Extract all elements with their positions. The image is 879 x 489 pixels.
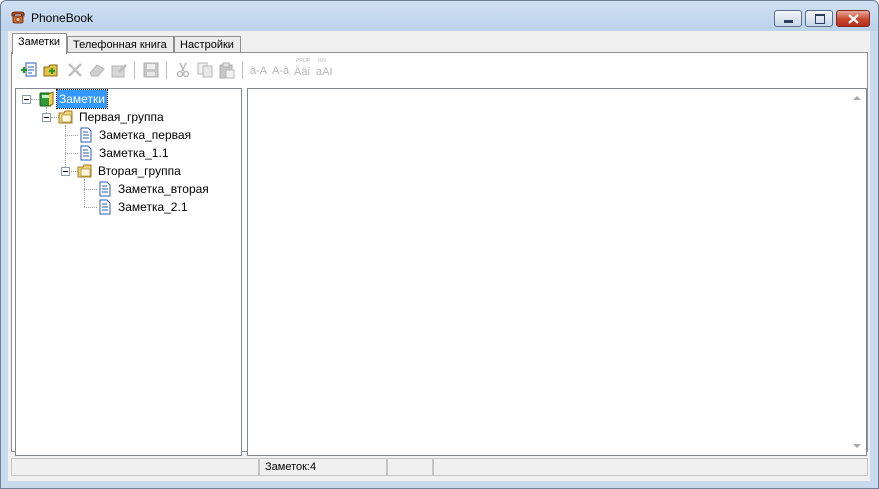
tab-settings[interactable]: Настройки (174, 36, 241, 53)
tree-line (65, 153, 78, 155)
tree-node-label: Заметки (56, 89, 108, 109)
invert-case-icon[interactable]: INV aAI (316, 58, 336, 79)
note-editor[interactable] (247, 88, 867, 456)
delete-icon[interactable] (66, 61, 84, 79)
inv-caption: INV (318, 58, 327, 64)
font-decrease-icon[interactable]: ä-A (250, 61, 270, 79)
note-icon (80, 145, 92, 161)
client-area: Заметки Телефонная книга Настройки ä-A A… (8, 31, 870, 481)
cut-icon[interactable] (174, 61, 192, 79)
status-note-count: Заметок:4 (259, 458, 387, 476)
status-panel (387, 458, 433, 476)
expander-group-2[interactable] (61, 167, 70, 176)
tree-node-label: Первая_группа (79, 110, 164, 124)
phone-icon (11, 11, 25, 24)
toolbar-separator (134, 61, 136, 79)
copy-icon[interactable] (196, 61, 214, 79)
close-icon (848, 14, 859, 24)
close-button[interactable] (836, 10, 870, 27)
font-increase-icon[interactable]: A-ä (272, 61, 292, 79)
notes-tree[interactable]: Заметки Первая_группа Заметка_первая Зам… (15, 88, 242, 456)
tree-node-label: Заметка_первая (99, 128, 192, 142)
prop-label: Ääi (294, 66, 310, 78)
tree-node-label: Вторая_группа (98, 164, 181, 178)
prop-caption: PROP (296, 58, 311, 64)
main-window: PhoneBook Заметки Телефонная книга Настр… (0, 0, 879, 489)
save-icon[interactable] (142, 61, 160, 79)
status-panel (11, 458, 259, 476)
vertical-scrollbar[interactable] (849, 89, 866, 455)
folder-icon (77, 164, 92, 178)
tree-line (84, 189, 97, 191)
edit-icon[interactable] (110, 61, 128, 79)
folder-icon (58, 110, 73, 124)
notebook-icon (39, 91, 54, 107)
toolbar-separator (166, 61, 168, 79)
status-panel (433, 458, 868, 476)
eraser-icon[interactable] (88, 61, 106, 79)
tab-phonebook[interactable]: Телефонная книга (67, 36, 174, 53)
window-title: PhoneBook (31, 11, 94, 25)
note-icon (99, 199, 111, 215)
scroll-down-icon[interactable] (853, 444, 861, 448)
maximize-button[interactable] (805, 10, 833, 27)
scroll-up-icon[interactable] (853, 96, 861, 100)
note-icon (80, 127, 92, 143)
expander-root[interactable] (22, 95, 31, 104)
tree-line (84, 207, 97, 209)
tree-line (65, 125, 67, 171)
note-icon (99, 181, 111, 197)
tree-node-label: Заметка_1.1 (99, 146, 169, 160)
paste-icon[interactable] (218, 61, 236, 79)
title-bar[interactable]: PhoneBook (1, 1, 878, 31)
status-bar: Заметок:4 (11, 457, 868, 477)
expander-group-1[interactable] (42, 113, 51, 122)
minimize-icon (784, 20, 793, 23)
tab-notes[interactable]: Заметки (12, 33, 67, 54)
new-note-icon[interactable] (20, 61, 38, 79)
notes-tab-panel: ä-A A-ä PROP Ääi INV aAI Заметки Первая_… (11, 52, 868, 456)
toolbar-separator (242, 61, 244, 79)
proportional-font-icon[interactable]: PROP Ääi (294, 58, 314, 79)
inv-label: aAI (316, 66, 333, 78)
tree-node-label: Заметка_вторая (118, 182, 209, 196)
tree-line (84, 179, 86, 207)
tree-line (65, 135, 78, 137)
new-folder-icon[interactable] (42, 61, 60, 79)
minimize-button[interactable] (774, 10, 802, 27)
tree-node-label: Заметка_2.1 (118, 200, 188, 214)
toolbar: ä-A A-ä PROP Ääi INV aAI (14, 57, 866, 83)
maximize-icon (815, 14, 825, 24)
